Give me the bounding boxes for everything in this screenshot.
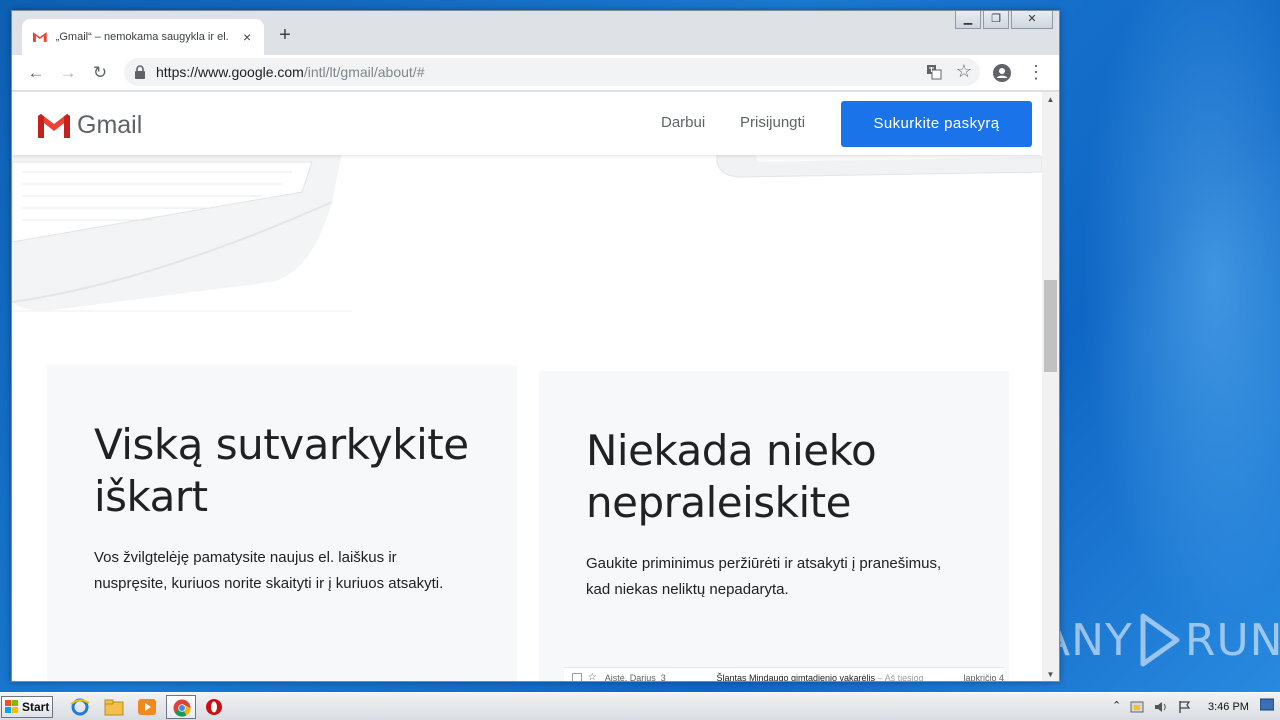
- tab-gmail[interactable]: „Gmail“ – nemokama saugykla ir el. p ×: [22, 19, 264, 55]
- translate-icon[interactable]: [926, 64, 942, 80]
- card-title: Niekada nieko nepraleiskite: [586, 426, 877, 527]
- tab-title: „Gmail“ – nemokama saugykla ir el. p: [55, 31, 233, 43]
- browser-window: „Gmail“ – nemokama saugykla ir el. p × +…: [11, 10, 1060, 682]
- nav-link-signin[interactable]: Prisijungti: [740, 114, 805, 131]
- inbox-preview-row: ☆ Aistė, Darius 3 Šlantas Mindaugo gimta…: [564, 667, 1004, 682]
- url-host: https://www.google.com: [156, 64, 304, 80]
- system-tray: ⌃: [1104, 693, 1280, 720]
- thread-count: 3: [660, 672, 666, 682]
- tray-expand-arrow-icon[interactable]: ⌃: [1112, 699, 1121, 712]
- reload-icon[interactable]: ↻: [90, 63, 110, 83]
- address-bar[interactable]: https://www.google.com/intl/lt/gmail/abo…: [124, 58, 980, 86]
- site-header: Gmail Darbui Prisijungti Sukurkite pasky…: [12, 92, 1042, 155]
- window-controls: ▁ ❐ ✕: [953, 11, 1053, 29]
- star-outline-icon: ☆: [587, 672, 597, 682]
- inbox-subject: Šlantas Mindaugo gimtadienio vakarėlis –…: [716, 672, 945, 682]
- taskbar: Start ⌃ 3:46 PM: [0, 692, 1280, 720]
- url-text: https://www.google.com/intl/lt/gmail/abo…: [156, 64, 424, 80]
- network-flag-icon[interactable]: [1178, 700, 1192, 714]
- snippet-text: – Aš tiesiog: [877, 672, 924, 682]
- forward-arrow-icon[interactable]: →: [58, 63, 78, 83]
- new-tab-button[interactable]: +: [274, 24, 296, 46]
- gmail-logo[interactable]: Gmail: [37, 111, 142, 140]
- lock-icon: [135, 65, 145, 79]
- tab-strip: „Gmail“ – nemokama saugykla ir el. p × +…: [12, 11, 1059, 55]
- minimize-button[interactable]: ▁: [955, 11, 981, 29]
- watermark-right-text: RUN: [1184, 614, 1280, 666]
- gmail-favicon-icon: [32, 32, 47, 42]
- file-explorer-icon[interactable]: [103, 697, 125, 717]
- card-title: Viską sutvarkykite iškart: [94, 420, 469, 521]
- opera-icon[interactable]: [203, 697, 225, 717]
- bookmark-star-icon[interactable]: ☆: [956, 61, 972, 82]
- gmail-m-icon: [38, 113, 70, 138]
- feature-card-reminders: Niekada nieko nepraleiskite Gaukite prim…: [539, 371, 1009, 682]
- card-body: Vos žvilgtelėję pamatysite naujus el. la…: [94, 549, 444, 592]
- action-center-icon[interactable]: [1130, 700, 1144, 714]
- chrome-icon: [173, 699, 191, 717]
- internet-explorer-icon[interactable]: [69, 697, 91, 717]
- scroll-thumb[interactable]: [1044, 280, 1057, 372]
- page-viewport: Gmail Darbui Prisijungti Sukurkite pasky…: [12, 92, 1042, 682]
- scroll-down-arrow-icon[interactable]: ▼: [1042, 667, 1059, 681]
- desktop-wallpaper-glow: [1060, 0, 1280, 692]
- show-desktop-icon[interactable]: [1260, 697, 1274, 713]
- profile-avatar-icon[interactable]: [993, 64, 1011, 82]
- start-label: Start: [22, 700, 50, 714]
- url-path: /intl/lt/gmail/about/#: [303, 64, 425, 80]
- scroll-up-arrow-icon[interactable]: ▲: [1042, 92, 1059, 108]
- browser-toolbar: ← → ↻ https://www.google.com/intl/lt/gma…: [12, 55, 1059, 91]
- back-arrow-icon[interactable]: ←: [26, 63, 46, 83]
- play-logo-icon: [1140, 613, 1180, 667]
- inbox-date: lapkričio 4: [963, 672, 1004, 682]
- checkbox-icon: [572, 672, 582, 681]
- chrome-taskbar-button[interactable]: [166, 695, 196, 719]
- logo-wordmark: Gmail: [77, 111, 143, 139]
- subject-text: Šlantas Mindaugo gimtadienio vakarėlis: [716, 672, 876, 682]
- card-body: Gaukite priminimus peržiūrėti ir atsakyt…: [586, 555, 942, 598]
- taskbar-clock[interactable]: 3:46 PM: [1208, 701, 1249, 713]
- start-button[interactable]: Start: [1, 696, 53, 718]
- close-window-button[interactable]: ✕: [1011, 11, 1053, 29]
- restore-button[interactable]: ❐: [983, 11, 1009, 29]
- laptop-illustration: [12, 152, 352, 312]
- inbox-sender: Aistė, Darius 3: [604, 672, 717, 682]
- nav-link-work[interactable]: Darbui: [661, 114, 705, 131]
- tab-close-icon[interactable]: ×: [240, 29, 254, 45]
- create-account-button[interactable]: Sukurkite paskyrą: [841, 101, 1032, 147]
- feature-card-organize: Viską sutvarkykite iškart Vos žvilgtelėj…: [47, 365, 517, 681]
- windows-logo-icon: [5, 700, 18, 713]
- anyrun-watermark: ANY RUN: [1040, 608, 1280, 672]
- page-scrollbar[interactable]: ▲ ▼: [1042, 92, 1059, 681]
- volume-icon[interactable]: [1154, 700, 1168, 714]
- browser-menu-icon[interactable]: ⋮: [1027, 62, 1045, 83]
- media-player-icon[interactable]: [136, 697, 158, 717]
- sender-names: Aistė, Darius: [604, 672, 656, 682]
